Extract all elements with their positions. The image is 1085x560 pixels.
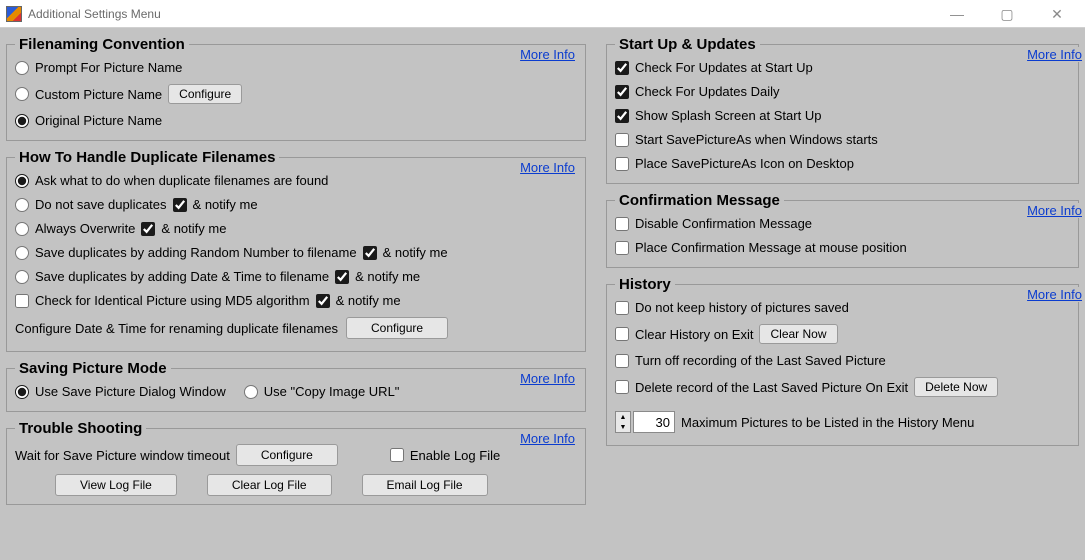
- check-daily-checkbox[interactable]: [615, 85, 629, 99]
- delete-last-exit-label: Delete record of the Last Saved Picture …: [635, 380, 908, 395]
- datetime-label: Save duplicates by adding Date & Time to…: [35, 269, 329, 284]
- datetime-notify-checkbox[interactable]: [335, 270, 349, 284]
- maximize-button[interactable]: ▢: [985, 3, 1029, 25]
- filenaming-legend: Filenaming Convention: [15, 36, 189, 53]
- desktop-icon-checkbox[interactable]: [615, 157, 629, 171]
- original-radio[interactable]: [15, 114, 29, 128]
- md5-notify-label: & notify me: [336, 293, 401, 308]
- winstart-label: Start SavePictureAs when Windows starts: [635, 132, 878, 147]
- filenaming-group: Filenaming Convention More Info Prompt F…: [6, 36, 586, 141]
- overwrite-radio[interactable]: [15, 222, 29, 236]
- clear-exit-checkbox[interactable]: [615, 327, 629, 341]
- donotsave-notify-label: & notify me: [193, 197, 258, 212]
- confirm-mouse-checkbox[interactable]: [615, 241, 629, 255]
- md5-checkbox[interactable]: [15, 294, 29, 308]
- custom-radio[interactable]: [15, 87, 29, 101]
- config-dt-button[interactable]: Configure: [346, 317, 448, 339]
- overwrite-label: Always Overwrite: [35, 221, 135, 236]
- custom-configure-button[interactable]: Configure: [168, 84, 242, 104]
- config-dt-label: Configure Date & Time for renaming dupli…: [15, 321, 338, 336]
- app-icon: [6, 6, 22, 22]
- original-label: Original Picture Name: [35, 113, 162, 128]
- startup-group: Start Up & Updates More Info Check For U…: [606, 36, 1079, 184]
- dialog-radio[interactable]: [15, 385, 29, 399]
- no-history-checkbox[interactable]: [615, 301, 629, 315]
- history-legend: History: [615, 276, 675, 293]
- splash-checkbox[interactable]: [615, 109, 629, 123]
- saving-group: Saving Picture Mode More Info Use Save P…: [6, 360, 586, 412]
- max-pictures-input[interactable]: [633, 411, 675, 433]
- startup-legend: Start Up & Updates: [615, 36, 760, 53]
- winstart-checkbox[interactable]: [615, 133, 629, 147]
- random-notify-checkbox[interactable]: [363, 246, 377, 260]
- close-button[interactable]: ✕: [1035, 3, 1079, 25]
- md5-label: Check for Identical Picture using MD5 al…: [35, 293, 310, 308]
- clear-log-button[interactable]: Clear Log File: [207, 474, 332, 496]
- datetime-notify-label: & notify me: [355, 269, 420, 284]
- donotsave-notify-checkbox[interactable]: [173, 198, 187, 212]
- dialog-label: Use Save Picture Dialog Window: [35, 384, 226, 399]
- delete-last-exit-checkbox[interactable]: [615, 380, 629, 394]
- confirmation-legend: Confirmation Message: [615, 192, 784, 209]
- ask-label: Ask what to do when duplicate filenames …: [35, 173, 328, 188]
- saving-more-info-link[interactable]: More Info: [518, 371, 577, 386]
- duplicates-group: How To Handle Duplicate Filenames More I…: [6, 149, 586, 352]
- random-label: Save duplicates by adding Random Number …: [35, 245, 357, 260]
- ask-radio[interactable]: [15, 174, 29, 188]
- overwrite-notify-checkbox[interactable]: [141, 222, 155, 236]
- md5-notify-checkbox[interactable]: [316, 294, 330, 308]
- clear-now-button[interactable]: Clear Now: [759, 324, 837, 344]
- copyurl-radio[interactable]: [244, 385, 258, 399]
- disable-confirm-label: Disable Confirmation Message: [635, 216, 812, 231]
- duplicates-legend: How To Handle Duplicate Filenames: [15, 149, 279, 166]
- random-radio[interactable]: [15, 246, 29, 260]
- donotsave-radio[interactable]: [15, 198, 29, 212]
- check-daily-label: Check For Updates Daily: [635, 84, 780, 99]
- duplicates-more-info-link[interactable]: More Info: [518, 160, 577, 175]
- spinner-up-icon[interactable]: ▲: [616, 412, 630, 422]
- trouble-legend: Trouble Shooting: [15, 420, 146, 437]
- startup-more-info-link[interactable]: More Info: [1024, 47, 1082, 62]
- confirmation-group: Confirmation Message More Info Disable C…: [606, 192, 1079, 268]
- check-startup-checkbox[interactable]: [615, 61, 629, 75]
- minimize-button[interactable]: —: [935, 3, 979, 25]
- email-log-button[interactable]: Email Log File: [362, 474, 488, 496]
- overwrite-notify-label: & notify me: [161, 221, 226, 236]
- title-bar: Additional Settings Menu — ▢ ✕: [0, 0, 1085, 28]
- max-pictures-label: Maximum Pictures to be Listed in the His…: [681, 415, 974, 430]
- prompt-label: Prompt For Picture Name: [35, 60, 182, 75]
- check-startup-label: Check For Updates at Start Up: [635, 60, 813, 75]
- turn-off-last-checkbox[interactable]: [615, 354, 629, 368]
- confirm-mouse-label: Place Confirmation Message at mouse posi…: [635, 240, 907, 255]
- donotsave-label: Do not save duplicates: [35, 197, 167, 212]
- enable-log-label: Enable Log File: [410, 448, 500, 463]
- filenaming-more-info-link[interactable]: More Info: [518, 47, 577, 62]
- spinner-down-icon[interactable]: ▼: [616, 422, 630, 432]
- clear-exit-label: Clear History on Exit: [635, 327, 753, 342]
- prompt-radio[interactable]: [15, 61, 29, 75]
- delete-now-button[interactable]: Delete Now: [914, 377, 998, 397]
- copyurl-label: Use "Copy Image URL": [264, 384, 400, 399]
- enable-log-checkbox[interactable]: [390, 448, 404, 462]
- history-more-info-link[interactable]: More Info: [1024, 287, 1082, 302]
- random-notify-label: & notify me: [383, 245, 448, 260]
- saving-legend: Saving Picture Mode: [15, 360, 171, 377]
- timeout-label: Wait for Save Picture window timeout: [15, 448, 230, 463]
- custom-label: Custom Picture Name: [35, 87, 162, 102]
- timeout-configure-button[interactable]: Configure: [236, 444, 338, 466]
- history-group: History More Info Do not keep history of…: [606, 276, 1079, 446]
- confirmation-more-info-link[interactable]: More Info: [1024, 203, 1082, 218]
- desktop-icon-label: Place SavePictureAs Icon on Desktop: [635, 156, 854, 171]
- disable-confirm-checkbox[interactable]: [615, 217, 629, 231]
- window-title: Additional Settings Menu: [28, 7, 161, 21]
- trouble-more-info-link[interactable]: More Info: [518, 431, 577, 446]
- trouble-group: Trouble Shooting More Info Wait for Save…: [6, 420, 586, 505]
- splash-label: Show Splash Screen at Start Up: [635, 108, 821, 123]
- max-pictures-spinner[interactable]: ▲ ▼: [615, 411, 675, 433]
- no-history-label: Do not keep history of pictures saved: [635, 300, 849, 315]
- view-log-button[interactable]: View Log File: [55, 474, 177, 496]
- datetime-radio[interactable]: [15, 270, 29, 284]
- turn-off-last-label: Turn off recording of the Last Saved Pic…: [635, 353, 886, 368]
